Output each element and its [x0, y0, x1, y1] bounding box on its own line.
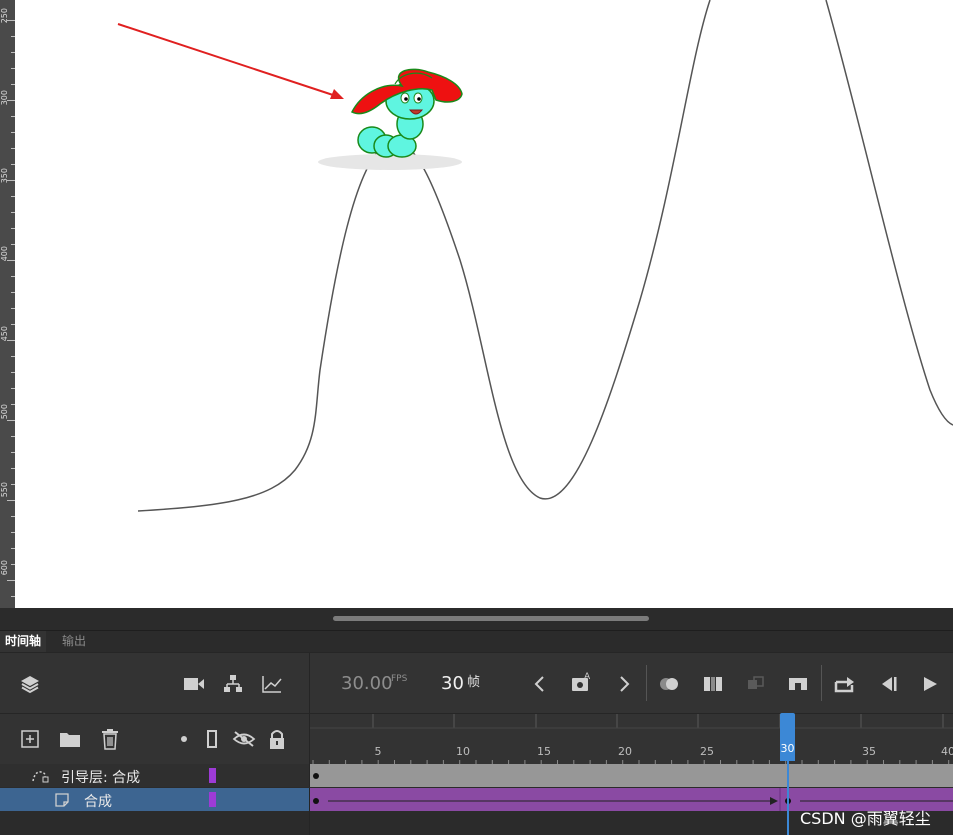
- layer-name[interactable]: 合成: [84, 791, 112, 811]
- new-folder-icon[interactable]: [57, 726, 83, 752]
- panel-tabs: 时间轴 输出: [0, 630, 953, 652]
- chevron-right-icon[interactable]: [612, 671, 638, 697]
- watermark: CSDN @雨翼轻尘: [800, 809, 931, 828]
- frame-number: 20: [618, 745, 632, 758]
- layer-color-swatch[interactable]: [209, 792, 216, 807]
- timeline-toolbar: 30.00 FPS 30 帧 A: [0, 652, 953, 713]
- play-icon[interactable]: [917, 671, 943, 697]
- guide-layer-icon: [31, 768, 49, 787]
- layers-empty-area: [0, 811, 310, 835]
- toolbar-separator: [646, 665, 647, 701]
- hierarchy-icon[interactable]: [220, 671, 246, 697]
- ruler-label: 550: [0, 482, 9, 498]
- playhead-frame-number: 30: [780, 742, 795, 755]
- delete-icon[interactable]: [97, 726, 123, 752]
- frame-number: 35: [862, 745, 876, 758]
- insert-keyframe-icon[interactable]: A: [568, 670, 594, 696]
- dot-icon[interactable]: [171, 726, 197, 752]
- chevron-left-icon[interactable]: [526, 671, 552, 697]
- outline-icon[interactable]: [199, 726, 225, 752]
- camera-icon[interactable]: [181, 671, 207, 697]
- tab-output[interactable]: 输出: [57, 631, 91, 652]
- frame-ruler-area[interactable]: 5 10 15 20 25 35 40: [310, 713, 953, 765]
- ruler-label: 600: [0, 560, 9, 576]
- ruler-label: 500: [0, 404, 9, 420]
- layer-name[interactable]: 引导层: 合成: [61, 767, 140, 787]
- timeline-toolbar-left: [0, 653, 310, 713]
- tab-timeline[interactable]: 时间轴: [0, 631, 47, 652]
- ruler-label: 300: [0, 90, 9, 106]
- fps-value[interactable]: 30.00: [341, 673, 393, 694]
- stage[interactable]: 250 300 350 400 450 500 550 600: [0, 0, 953, 608]
- frame-number: 15: [537, 745, 551, 758]
- layer-row-selected[interactable]: 合成: [0, 788, 310, 811]
- layer-tools: [0, 713, 310, 765]
- onion-skin-icon[interactable]: [657, 671, 683, 697]
- toolbar-separator: [821, 665, 822, 701]
- arrow-annotation: [117, 23, 344, 99]
- playhead-line: [787, 760, 789, 835]
- step-back-icon[interactable]: [875, 671, 901, 697]
- frame-number: 25: [700, 745, 714, 758]
- fps-unit: FPS: [391, 674, 408, 684]
- loop-icon[interactable]: [832, 671, 858, 697]
- layers-icon[interactable]: [17, 671, 43, 697]
- motion-guide-path-right[interactable]: [825, 0, 953, 426]
- frame-number: 10: [456, 745, 470, 758]
- layer-color-swatch[interactable]: [209, 768, 216, 783]
- sync-symbols-icon[interactable]: [743, 671, 769, 697]
- svg-text:A: A: [584, 672, 591, 682]
- keyframe-dot[interactable]: [313, 773, 319, 779]
- lock-icon[interactable]: [264, 726, 290, 752]
- center-frame-icon[interactable]: [785, 671, 811, 697]
- ruler-label: 350: [0, 168, 9, 184]
- frame-number: 5: [374, 745, 382, 758]
- new-layer-icon[interactable]: [17, 726, 43, 752]
- frame-unit: 帧: [467, 675, 481, 690]
- frame-number: 40: [941, 745, 953, 758]
- ruler-label: 400: [0, 246, 9, 262]
- scrollbar-thumb[interactable]: [333, 616, 649, 621]
- eye-hidden-icon[interactable]: [231, 726, 257, 752]
- caterpillar-character[interactable]: [318, 68, 463, 170]
- vertical-ruler: 250 300 350 400 450 500 550 600: [0, 0, 15, 608]
- graph-icon[interactable]: [259, 671, 285, 697]
- edit-multiple-frames-icon[interactable]: [700, 671, 726, 697]
- ruler-label: 250: [0, 8, 9, 24]
- layer-icon: [54, 792, 70, 812]
- horizontal-scrollbar[interactable]: [0, 608, 953, 630]
- layer-row-guide[interactable]: 引导层: 合成: [0, 764, 310, 787]
- frames-row-guide[interactable]: [310, 764, 953, 787]
- current-frame-value[interactable]: 30: [441, 673, 464, 694]
- ruler-label: 450: [0, 326, 9, 342]
